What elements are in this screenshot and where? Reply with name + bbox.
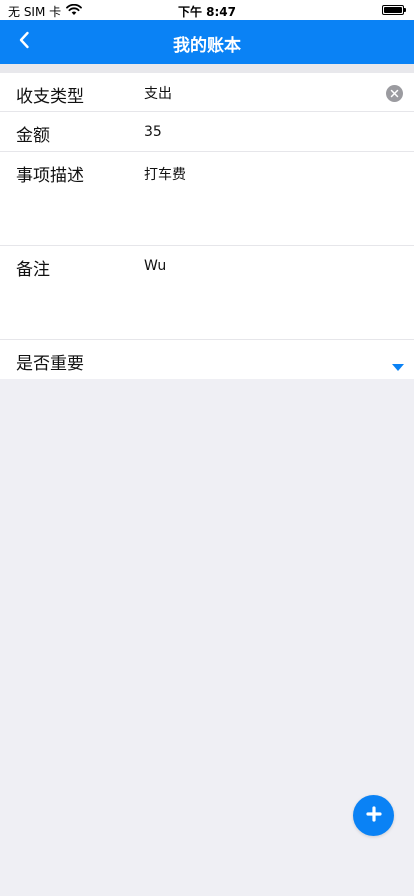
description-input[interactable]: 打车费 [144,164,374,234]
header-separator [0,64,414,73]
add-button[interactable] [353,795,394,836]
note-input[interactable]: Wu [144,258,374,328]
battery-icon [382,5,406,15]
amount-row: 金额 [0,112,414,152]
dropdown-arrow-icon[interactable] [392,356,404,375]
record-form: 收支类型 金额 事项描述 打车费 备注 Wu 是否重要 [0,73,414,379]
page-title: 我的账本 [173,36,241,56]
type-row: 收支类型 [0,73,414,112]
type-input[interactable] [144,85,374,101]
type-label: 收支类型 [16,87,84,107]
description-row: 事项描述 打车费 [0,152,414,246]
clear-icon[interactable] [386,85,403,102]
status-time: 下午 8:47 [177,5,237,19]
note-row: 备注 Wu [0,246,414,340]
nav-bar: 我的账本 [0,20,414,64]
note-label: 备注 [16,260,50,280]
plus-icon [365,805,382,826]
amount-label: 金额 [16,126,50,146]
important-row[interactable]: 是否重要 [0,340,414,379]
status-bar: 无 SIM 卡 下午 8:47 [0,0,414,20]
description-label: 事项描述 [16,166,84,186]
important-label: 是否重要 [16,354,84,374]
amount-input[interactable] [144,124,374,140]
